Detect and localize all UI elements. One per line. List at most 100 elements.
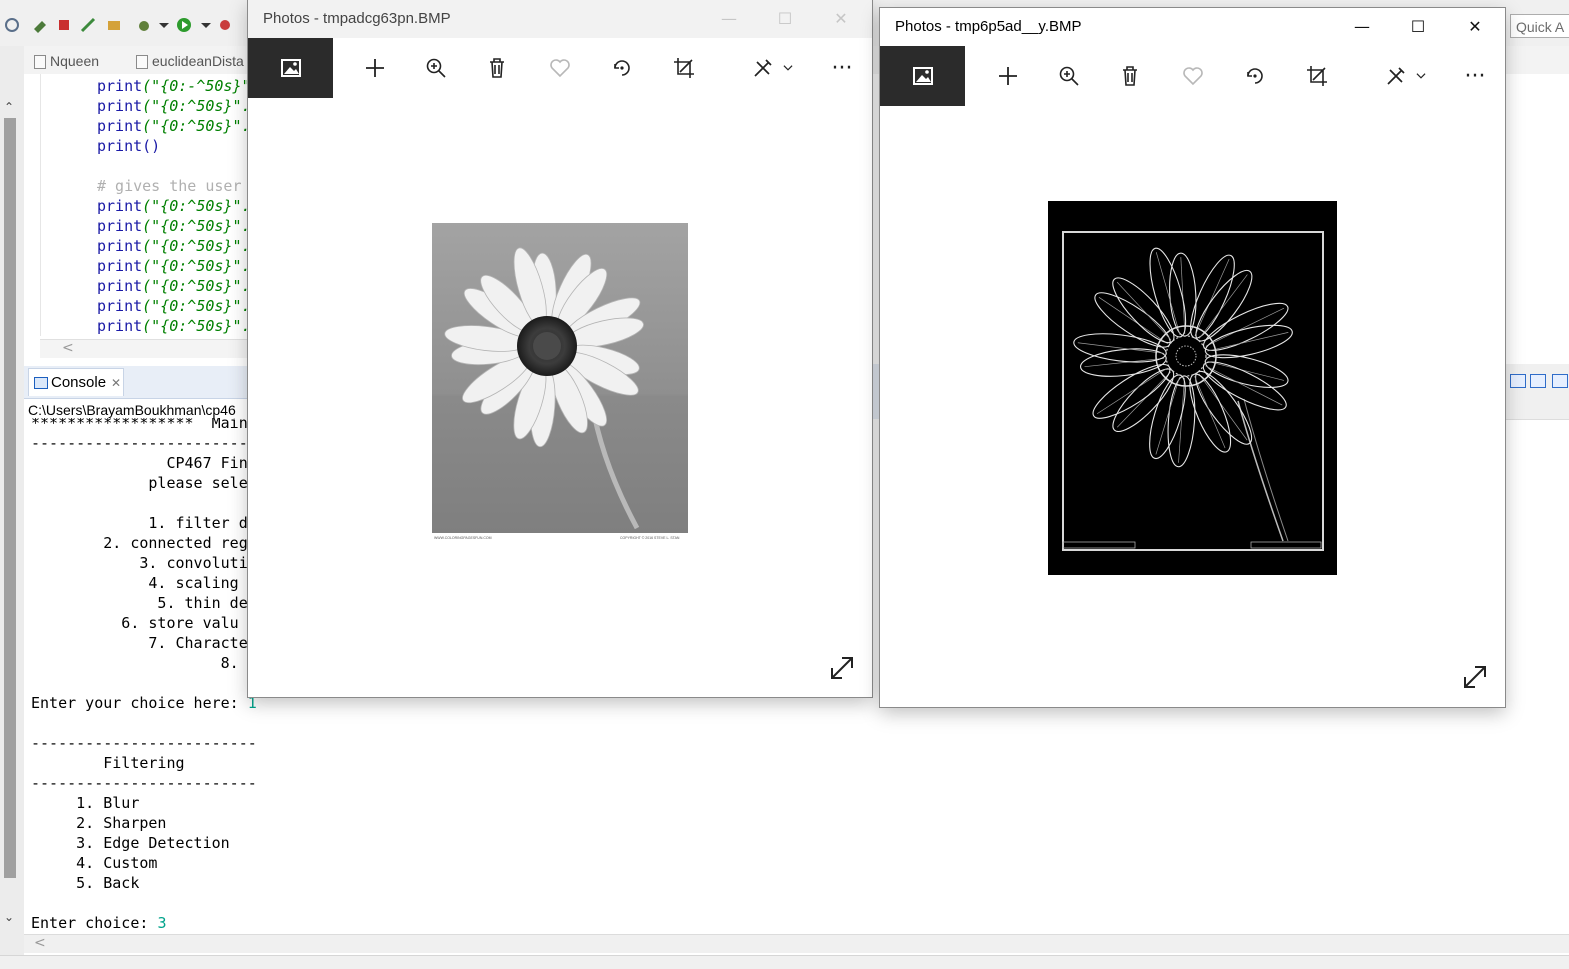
code-function: print (97, 217, 143, 235)
build-icon[interactable] (32, 17, 48, 33)
zoom-icon (1059, 66, 1079, 86)
console-text: 3. Edge Detection (31, 834, 230, 852)
more-button[interactable]: ··· (1444, 46, 1506, 106)
stop-icon[interactable] (56, 17, 72, 33)
zoom-button[interactable] (405, 38, 467, 98)
code-editor[interactable]: print("{0:-^50s}" print("{0:^50s}". print(… (40, 74, 251, 336)
status-bar (0, 955, 1569, 969)
console-line: 5. Back (31, 873, 139, 893)
dropdown-icon[interactable] (156, 17, 172, 33)
title-bar[interactable]: Photos - tmpadcg63pn.BMP — ☐ ✕ (248, 0, 872, 38)
tab-console[interactable]: Console ✕ (28, 368, 124, 396)
console-text: 6. store valu (31, 614, 239, 632)
chevron-down-icon[interactable]: ⌄ (4, 910, 14, 924)
code-function: print (97, 97, 143, 115)
quick-access-input[interactable]: Quick A (1510, 14, 1569, 38)
tab-label: euclideanDista (152, 53, 244, 69)
more-button[interactable]: ··· (811, 38, 873, 98)
zoom-button[interactable] (1038, 46, 1100, 106)
close-icon[interactable]: ✕ (111, 369, 121, 397)
edit-create-button[interactable] (1371, 46, 1441, 106)
code-function: print (97, 137, 143, 155)
code-arguments: ("{0:^50s}". (142, 297, 251, 315)
sync-icon[interactable] (4, 17, 20, 33)
minimize-button[interactable]: — (1339, 8, 1385, 46)
code-function: print (97, 257, 143, 275)
title-bar[interactable]: Photos - tmp6p5ad__y.BMP — ☐ ✕ (880, 8, 1505, 46)
new-console-icon[interactable] (1552, 374, 1568, 388)
console-line: Enter choice: 3 (31, 913, 166, 933)
console-text: ------------------------- (31, 774, 257, 792)
add-button[interactable] (344, 38, 406, 98)
chevron-left-icon[interactable]: < (34, 935, 46, 951)
console-text: ****************** Main (31, 418, 248, 432)
dropdown-icon[interactable] (198, 17, 214, 33)
photos-window-edges[interactable]: Photos - tmp6p5ad__y.BMP — ☐ ✕ ··· (880, 8, 1505, 707)
console-line: Enter your choice here: 1 (31, 693, 257, 713)
edit-create-button[interactable] (738, 38, 808, 98)
file-icon (34, 55, 46, 69)
pin-console-icon[interactable] (1530, 374, 1546, 388)
favorite-button[interactable] (529, 38, 591, 98)
display-console-icon[interactable] (1510, 374, 1526, 388)
zoom-icon (426, 58, 446, 78)
add-button[interactable] (977, 46, 1039, 106)
code-line: print("{0:^50s}". (97, 296, 251, 316)
favorite-icon (1183, 67, 1203, 86)
debug-icon[interactable] (80, 17, 96, 33)
tools-icon[interactable] (106, 17, 122, 33)
code-arguments: () (142, 137, 161, 155)
run-icon[interactable] (176, 17, 192, 33)
console-text: ------------------------- (31, 434, 257, 452)
code-arguments: ("{0:^50s}". (142, 117, 251, 135)
chevron-left-icon[interactable]: < (62, 340, 74, 356)
crop-button[interactable] (1286, 46, 1348, 106)
console-text: 7. Characte (31, 634, 248, 652)
console-line: 6. store valu (31, 613, 239, 633)
bug-icon[interactable] (136, 17, 152, 33)
tab-nqueen[interactable]: Nqueen (32, 50, 99, 72)
favorite-button[interactable] (1162, 46, 1224, 106)
rotate-button[interactable] (591, 38, 653, 98)
vertical-scrollbar[interactable] (4, 118, 16, 878)
maximize-button[interactable]: ☐ (1395, 8, 1441, 46)
code-line: print("{0:^50s}". (97, 196, 251, 216)
image-view-button[interactable] (248, 38, 333, 98)
console-text: 5. Back (31, 874, 140, 892)
delete-button[interactable] (466, 38, 528, 98)
console-line: 4. scaling (31, 573, 248, 593)
console-text: Enter your choice here: (31, 694, 248, 712)
console-line: ------------------------- (31, 733, 257, 753)
close-button[interactable]: ✕ (1452, 8, 1498, 46)
chevron-up-icon[interactable]: ⌃ (4, 100, 14, 114)
code-function: print (97, 297, 143, 315)
image-view-button[interactable] (880, 46, 965, 106)
code-line: print("{0:^50s}". (97, 276, 251, 296)
crop-button[interactable] (653, 38, 715, 98)
external-tools-icon[interactable] (218, 17, 234, 33)
maximize-button[interactable]: ☐ (762, 0, 808, 38)
console-line: Filtering (31, 753, 184, 773)
code-arguments: ("{0:^50s}". (142, 237, 251, 255)
editor-horizontal-scrollbar[interactable]: < (40, 339, 250, 358)
close-button[interactable]: ✕ (818, 0, 864, 38)
photos-window-original[interactable]: Photos - tmpadcg63pn.BMP — ☐ ✕ ··· WWW.C… (248, 0, 872, 697)
code-arguments: ("{0:^50s}". (142, 97, 251, 115)
console-horizontal-scrollbar[interactable]: < (24, 934, 1569, 953)
console-input-value: 3 (157, 914, 167, 932)
code-function: print (97, 277, 143, 295)
expand-icon[interactable] (828, 654, 856, 682)
tab-euclidean[interactable]: euclideanDista (134, 50, 244, 72)
console-line: 3. convoluti (31, 553, 247, 573)
code-arguments: ("{0:^50s}". (142, 217, 251, 235)
flower-image: WWW.COLORINGPAGESFUN.COM COPYRIGHT © 201… (432, 223, 688, 541)
chevron-down-icon (783, 65, 793, 71)
image-view-icon (912, 67, 933, 85)
panel-divider (872, 364, 880, 419)
expand-icon[interactable] (1461, 663, 1489, 691)
rotate-button[interactable] (1224, 46, 1286, 106)
delete-button[interactable] (1099, 46, 1161, 106)
minimize-button[interactable]: — (706, 0, 752, 38)
console-tab-bar: Console ✕ (24, 366, 250, 399)
code-arguments: ("{0:^50s}". (142, 277, 251, 295)
